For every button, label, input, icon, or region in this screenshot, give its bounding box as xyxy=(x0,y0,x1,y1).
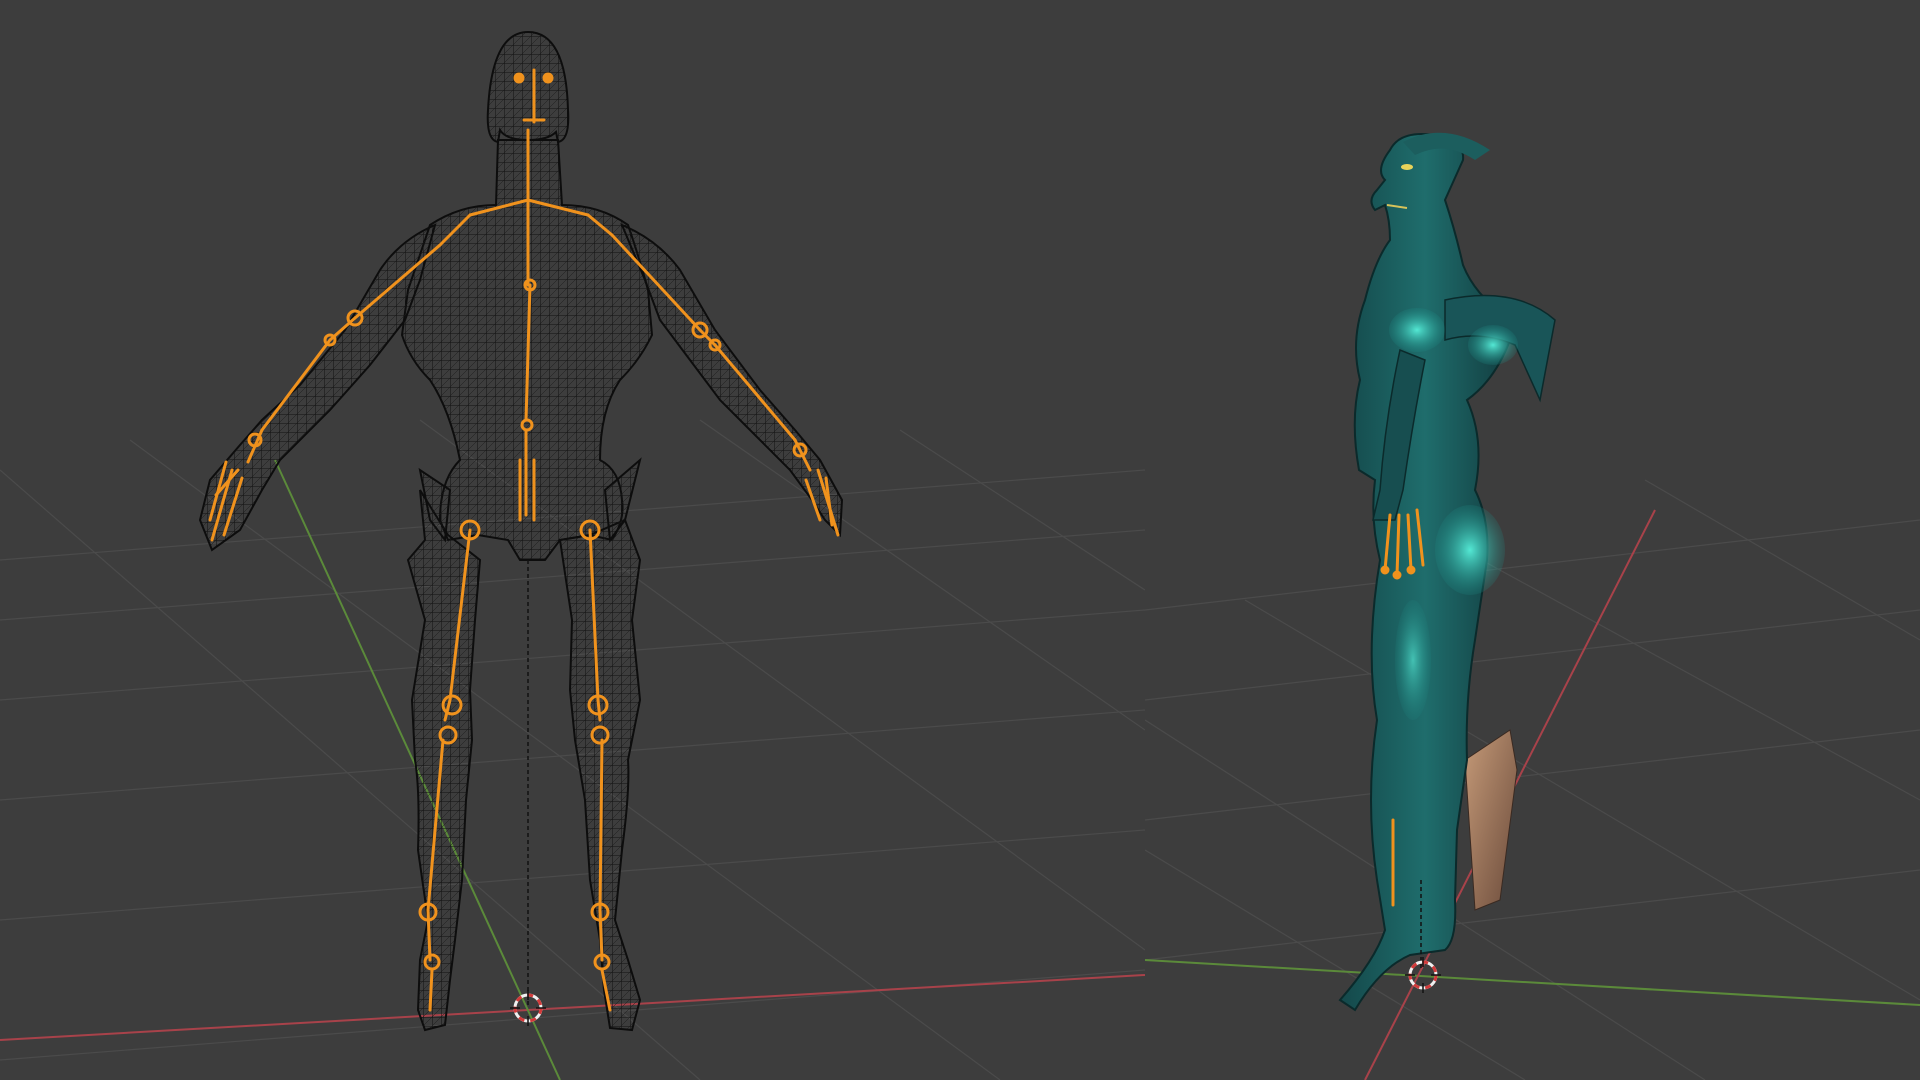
floor-grid xyxy=(1145,479,1920,1080)
wireframe-mesh[interactable] xyxy=(198,30,844,1032)
x-axis-line xyxy=(0,974,1145,1041)
viewport-right-canvas[interactable] xyxy=(1145,0,1920,1080)
3d-cursor-icon[interactable] xyxy=(1405,957,1441,993)
blender-split-view xyxy=(0,0,1920,1080)
y-axis-line xyxy=(1145,959,1920,1006)
viewport-right-material-preview[interactable] xyxy=(1145,0,1920,1080)
viewport-left-canvas[interactable] xyxy=(0,0,1145,1080)
textured-creature[interactable] xyxy=(1338,132,1556,1012)
viewport-left-wireframe[interactable] xyxy=(0,0,1145,1080)
